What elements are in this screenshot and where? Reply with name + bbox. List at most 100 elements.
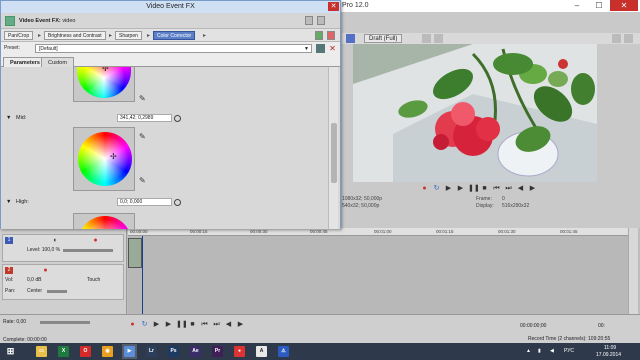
timeline-body[interactable] bbox=[128, 236, 628, 320]
record-icon[interactable]: ● bbox=[128, 320, 137, 329]
network-icon[interactable]: ▮ bbox=[538, 348, 541, 354]
video-track-header[interactable]: 1 Level: 100,0 % ◐ ● bbox=[2, 234, 124, 262]
reset-icon[interactable] bbox=[174, 199, 181, 206]
level-fader[interactable] bbox=[63, 249, 113, 252]
high-value-field[interactable]: 0,0; 0,000 bbox=[117, 198, 172, 206]
pan-label: Pan: bbox=[5, 288, 16, 294]
chain-item-color-corrector[interactable]: Color Corrector bbox=[153, 31, 196, 40]
fx-scroll-thumb[interactable] bbox=[331, 123, 337, 183]
chain-item-pan-crop[interactable]: Pan/Crop bbox=[4, 31, 34, 40]
overlays-icon[interactable] bbox=[422, 34, 431, 43]
play-from-start-icon[interactable]: ▶ bbox=[152, 320, 161, 329]
clock-time[interactable]: 11:09 bbox=[604, 345, 616, 351]
taskbar-app-photoshop[interactable]: Ps bbox=[166, 344, 181, 359]
pause-icon[interactable]: ❚❚ bbox=[176, 320, 188, 329]
stop-icon[interactable]: ■ bbox=[480, 184, 489, 193]
video-clip[interactable] bbox=[128, 238, 142, 268]
minimize-button[interactable]: – bbox=[568, 0, 586, 11]
timeline-scrollbar[interactable] bbox=[628, 228, 638, 320]
app-a-icon: A bbox=[256, 346, 267, 357]
split-screen-icon[interactable] bbox=[434, 34, 443, 43]
preset-select[interactable]: [Default] ▼ bbox=[35, 44, 312, 53]
track-headers: 1 Level: 100,0 % ◐ ● 2 Vol: 0,0 dB Touch… bbox=[0, 228, 127, 320]
pause-fx-icon[interactable] bbox=[305, 16, 313, 25]
arm-record-icon[interactable]: ● bbox=[41, 266, 50, 275]
taskbar-app-opera[interactable]: O bbox=[78, 344, 93, 359]
touch-mode[interactable]: Touch bbox=[87, 277, 100, 283]
save-snapshot-icon[interactable] bbox=[624, 34, 633, 43]
play-from-start-icon[interactable]: ▶ bbox=[444, 184, 453, 193]
preset-row: Preset: [Default] ▼ ✕ bbox=[1, 42, 340, 55]
solo-icon[interactable]: ● bbox=[91, 236, 100, 245]
next-frame-icon[interactable]: ▶ bbox=[236, 320, 245, 329]
play-icon[interactable]: ▶ bbox=[456, 184, 465, 193]
remove-fx-icon[interactable] bbox=[327, 31, 335, 40]
next-frame-icon[interactable]: ▶ bbox=[528, 184, 537, 193]
playhead[interactable] bbox=[142, 236, 143, 320]
parameters-panel: ✢ ✎ ▼ Mid: 341,42; 0,2989 ✢ ✎ ✎ ▼ High: … bbox=[1, 67, 340, 229]
timeline-ruler[interactable]: 00:00:00 00:00:15 00:00:30 00:00:45 00:0… bbox=[128, 228, 628, 236]
delete-preset-icon[interactable]: ✕ bbox=[328, 44, 337, 53]
loop-icon[interactable]: ↻ bbox=[432, 184, 441, 193]
eyedropper-icon[interactable]: ✎ bbox=[139, 133, 147, 141]
tray-arrow-icon[interactable]: ▲ bbox=[526, 348, 531, 354]
previous-frame-icon[interactable]: ◀ bbox=[224, 320, 233, 329]
taskbar-app-file-explorer[interactable]: ▭ bbox=[34, 344, 49, 359]
high-color-wheel[interactable] bbox=[78, 216, 132, 229]
taskbar-app-premiere[interactable]: Pr bbox=[210, 344, 225, 359]
fx-scrollbar[interactable] bbox=[328, 67, 338, 229]
ruler-mark: 00:00:30 bbox=[250, 229, 268, 234]
taskbar-app-after-effects[interactable]: Ae bbox=[188, 344, 203, 359]
go-to-end-icon[interactable]: ⏭ bbox=[212, 320, 221, 329]
eyedropper-icon[interactable]: ✎ bbox=[139, 177, 147, 185]
fx-close-button[interactable]: ✕ bbox=[328, 2, 339, 11]
wheel-cursor-icon[interactable]: ✢ bbox=[102, 67, 109, 73]
taskbar-app-lightroom[interactable]: Lr bbox=[144, 344, 159, 359]
collapse-high-icon[interactable]: ▼ bbox=[6, 199, 11, 205]
preview-info: 1080x32; 50,000p 540x32; 50,000p Frame: … bbox=[342, 194, 640, 214]
previous-frame-icon[interactable]: ◀ bbox=[516, 184, 525, 193]
preview-quality-select[interactable]: Draft (Full) bbox=[364, 34, 403, 43]
go-to-end-icon[interactable]: ⏭ bbox=[504, 184, 513, 193]
pause-icon[interactable]: ❚❚ bbox=[468, 184, 480, 193]
mute-icon[interactable]: ◐ bbox=[51, 236, 60, 245]
wheel-cursor-icon[interactable]: ✢ bbox=[110, 152, 117, 161]
close-button[interactable]: ✕ bbox=[610, 0, 638, 11]
mid-color-wheel[interactable] bbox=[78, 132, 132, 186]
play-icon[interactable]: ▶ bbox=[164, 320, 173, 329]
rate-slider[interactable] bbox=[40, 321, 90, 324]
copy-snapshot-icon[interactable] bbox=[612, 34, 621, 43]
chain-item-brightness-contrast[interactable]: Brightness and Contrast bbox=[44, 31, 106, 40]
fx-options-icon[interactable] bbox=[317, 16, 325, 25]
audio-track-header[interactable]: 2 Vol: 0,0 dB Touch Pan: Center ● bbox=[2, 264, 124, 300]
reset-icon[interactable] bbox=[174, 115, 181, 122]
save-preset-icon[interactable] bbox=[316, 44, 325, 53]
taskbar-app-app-x[interactable]: ⚠ bbox=[276, 344, 291, 359]
mid-value-field[interactable]: 341,42; 0,2989 bbox=[117, 114, 172, 122]
clock-date[interactable]: 17.09.2014 bbox=[596, 352, 621, 358]
fx-titlebar[interactable]: Video Event FX ✕ bbox=[1, 1, 340, 13]
language-indicator[interactable]: РУС bbox=[564, 348, 574, 354]
taskbar-app-app-a[interactable]: A bbox=[254, 344, 269, 359]
vegas-window-title: Pro 12.0 bbox=[342, 2, 369, 9]
record-icon[interactable]: ● bbox=[420, 184, 429, 193]
add-fx-icon[interactable] bbox=[315, 31, 323, 40]
taskbar-app-vegas[interactable]: ▶ bbox=[122, 344, 137, 359]
pan-fader[interactable] bbox=[47, 290, 67, 293]
go-to-start-icon[interactable]: ⏮ bbox=[200, 320, 209, 329]
taskbar-app-media-app[interactable]: ● bbox=[232, 344, 247, 359]
volume-icon[interactable]: ◀ bbox=[550, 348, 554, 354]
taskbar-app-chrome[interactable]: ◉ bbox=[100, 344, 115, 359]
taskbar-app-excel[interactable]: X bbox=[56, 344, 71, 359]
project-video-properties-icon[interactable] bbox=[346, 34, 355, 43]
chain-item-sharpen[interactable]: Sharpen bbox=[115, 31, 142, 40]
collapse-mid-icon[interactable]: ▼ bbox=[6, 115, 11, 121]
loop-icon[interactable]: ↻ bbox=[140, 320, 149, 329]
maximize-button[interactable]: ☐ bbox=[590, 0, 608, 11]
windows-icon: ⊞ bbox=[6, 346, 15, 356]
go-to-start-icon[interactable]: ⏮ bbox=[492, 184, 501, 193]
tab-custom[interactable]: Custom bbox=[41, 57, 74, 67]
start-button[interactable]: ⊞ bbox=[3, 344, 18, 359]
stop-icon[interactable]: ■ bbox=[188, 320, 197, 329]
eyedropper-icon[interactable]: ✎ bbox=[139, 95, 147, 103]
